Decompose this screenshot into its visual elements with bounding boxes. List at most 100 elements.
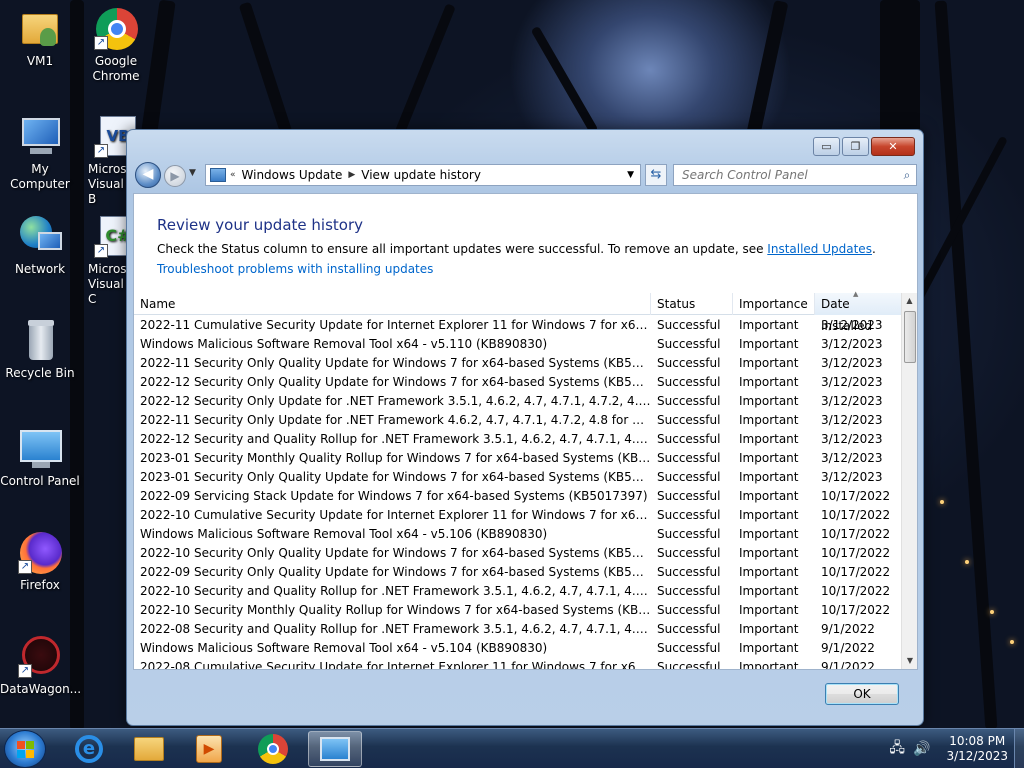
network-icon [18, 214, 62, 258]
cell-importance: Important [739, 603, 799, 617]
cell-date: 9/1/2022 [821, 622, 875, 636]
table-row[interactable]: Windows Malicious Software Removal Tool … [134, 639, 902, 658]
desktop-icon-control-panel[interactable]: Control Panel [0, 426, 80, 489]
table-row[interactable]: 2022-08 Security and Quality Rollup for … [134, 620, 902, 639]
shortcut-arrow-icon: ↗ [94, 36, 108, 50]
table-row[interactable]: 2022-09 Security Only Quality Update for… [134, 563, 902, 582]
cell-name: 2023-01 Security Only Quality Update for… [140, 470, 651, 484]
table-row[interactable]: 2022-11 Security Only Update for .NET Fr… [134, 411, 902, 430]
installed-updates-link[interactable]: Installed Updates [767, 242, 872, 256]
search-icon[interactable]: ⌕ [898, 168, 916, 183]
table-row[interactable]: 2022-10 Security and Quality Rollup for … [134, 582, 902, 601]
computer-icon [18, 114, 62, 158]
scroll-up-icon[interactable]: ▲ [902, 293, 917, 309]
taskbar-internet-explorer[interactable]: e [62, 731, 116, 767]
table-row[interactable]: 2023-01 Security Only Quality Update for… [134, 468, 902, 487]
table-row[interactable]: 2022-10 Security Only Quality Update for… [134, 544, 902, 563]
network-status-icon[interactable]: 🖧 [889, 737, 905, 761]
table-row[interactable]: 2023-01 Security Monthly Quality Rollup … [134, 449, 902, 468]
cell-date: 3/12/2023 [821, 432, 883, 446]
cell-status: Successful [657, 318, 721, 332]
cell-importance: Important [739, 660, 799, 669]
desktop-icon-my-computer[interactable]: My Computer [0, 114, 80, 192]
address-bar[interactable]: « Windows Update ▶ View update history ▼ [205, 164, 641, 186]
vertical-scrollbar[interactable]: ▲ ▼ [901, 293, 917, 669]
breadcrumb-separator-icon[interactable]: ▶ [348, 170, 355, 180]
ok-button[interactable]: OK [825, 683, 899, 705]
cell-name: 2022-10 Security Only Quality Update for… [140, 546, 651, 560]
cell-date: 3/12/2023 [821, 337, 883, 351]
desktop-icon-vm1[interactable]: VM1 [0, 6, 80, 69]
troubleshoot-link[interactable]: Troubleshoot problems with installing up… [157, 262, 433, 276]
cell-importance: Important [739, 470, 799, 484]
table-row[interactable]: 2022-10 Cumulative Security Update for I… [134, 506, 902, 525]
cell-importance: Important [739, 584, 799, 598]
clock[interactable]: 10:08 PM 3/12/2023 [946, 734, 1008, 764]
maximize-button[interactable]: ❐ [842, 137, 869, 156]
column-header-name[interactable]: Name [134, 293, 651, 315]
table-row[interactable]: 2022-12 Security and Quality Rollup for … [134, 430, 902, 449]
search-input[interactable] [682, 168, 898, 182]
cell-status: Successful [657, 394, 721, 408]
taskbar-control-panel[interactable] [308, 731, 362, 767]
control-panel-icon [18, 426, 62, 470]
back-button[interactable]: ◀ [135, 162, 161, 188]
table-row[interactable]: 2022-09 Servicing Stack Update for Windo… [134, 487, 902, 506]
cell-name: 2022-11 Cumulative Security Update for I… [140, 318, 651, 332]
search-box[interactable]: ⌕ [673, 164, 917, 186]
table-row[interactable]: Windows Malicious Software Removal Tool … [134, 525, 902, 544]
desktop-icon-datawagon[interactable]: ↗ DataWagon... [0, 634, 81, 697]
cell-status: Successful [657, 622, 721, 636]
table-row[interactable]: 2022-11 Cumulative Security Update for I… [134, 316, 902, 335]
desktop-icon-network[interactable]: Network [0, 214, 80, 277]
desktop-icon-firefox[interactable]: ↗ Firefox [0, 530, 80, 593]
breadcrumb-overflow-icon[interactable]: « [230, 170, 236, 180]
forward-button[interactable]: ▶ [164, 165, 186, 187]
cell-importance: Important [739, 641, 799, 655]
firefox-icon: ↗ [18, 530, 62, 574]
column-header-importance[interactable]: Importance [733, 293, 815, 315]
desktop-icon-recycle-bin[interactable]: Recycle Bin [0, 318, 80, 381]
table-row[interactable]: 2022-11 Security Only Quality Update for… [134, 354, 902, 373]
taskbar-file-explorer[interactable] [122, 731, 176, 767]
navigation-bar: ◀ ▶ ▼ « Windows Update ▶ View update his… [133, 162, 917, 188]
shortcut-arrow-icon: ↗ [18, 560, 32, 574]
table-row[interactable]: 2022-12 Security Only Update for .NET Fr… [134, 392, 902, 411]
address-dropdown-icon[interactable]: ▼ [627, 170, 634, 180]
cell-date: 10/17/2022 [821, 546, 891, 560]
minimize-button[interactable]: ▭ [813, 137, 840, 156]
internet-explorer-icon: e [75, 735, 103, 763]
cell-importance: Important [739, 375, 799, 389]
table-row[interactable]: 2022-10 Security Monthly Quality Rollup … [134, 601, 902, 620]
refresh-button[interactable]: ⇆ [645, 164, 667, 186]
breadcrumb-view-update-history[interactable]: View update history [361, 168, 481, 182]
cell-status: Successful [657, 508, 721, 522]
recent-pages-dropdown[interactable]: ▼ [189, 168, 196, 178]
cell-status: Successful [657, 565, 721, 579]
taskbar-media-player[interactable]: ▶ [182, 731, 236, 767]
desktop-icon-google-chrome[interactable]: ↗ Google Chrome [76, 6, 156, 84]
close-button[interactable]: ✕ [871, 137, 915, 156]
table-row[interactable]: 2022-12 Security Only Quality Update for… [134, 373, 902, 392]
recycle-bin-icon [18, 318, 62, 362]
scroll-thumb[interactable] [904, 311, 916, 363]
taskbar-chrome[interactable] [246, 731, 300, 767]
volume-icon[interactable]: 🔊 [913, 741, 930, 757]
show-desktop-button[interactable] [1014, 729, 1024, 768]
table-row[interactable]: 2022-08 Cumulative Security Update for I… [134, 658, 902, 669]
scroll-down-icon[interactable]: ▼ [902, 653, 917, 669]
shortcut-arrow-icon: ↗ [18, 664, 32, 678]
cell-name: 2023-01 Security Monthly Quality Rollup … [140, 451, 651, 465]
content-pane: Review your update history Check the Sta… [133, 193, 918, 670]
cell-name: 2022-10 Security Monthly Quality Rollup … [140, 603, 651, 617]
cell-date: 9/1/2022 [821, 641, 875, 655]
cell-status: Successful [657, 546, 721, 560]
start-button[interactable] [4, 730, 46, 768]
breadcrumb-windows-update[interactable]: Windows Update [242, 168, 343, 182]
column-header-date-installed[interactable]: ▲ Date Installed [815, 290, 902, 333]
table-row[interactable]: Windows Malicious Software Removal Tool … [134, 335, 902, 354]
column-header-status[interactable]: Status [651, 293, 733, 315]
cell-name: 2022-08 Security and Quality Rollup for … [140, 622, 651, 636]
control-panel-icon [320, 737, 350, 761]
cell-date: 10/17/2022 [821, 489, 891, 503]
